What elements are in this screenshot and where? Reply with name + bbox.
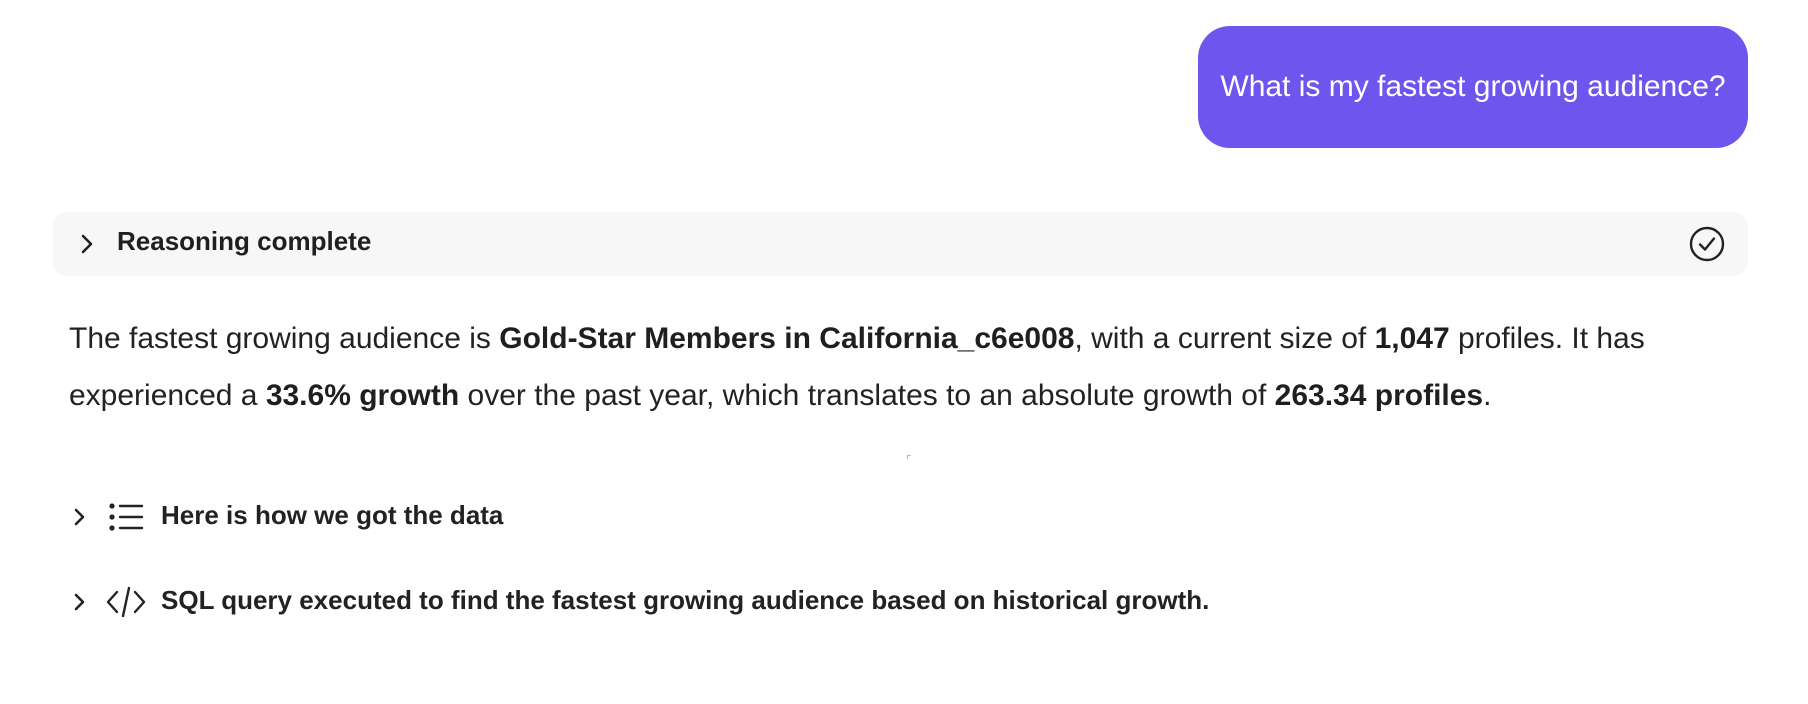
answer-text: The fastest growing audience is Gold-Sta… bbox=[69, 310, 1759, 424]
code-icon bbox=[106, 586, 146, 618]
user-message-text: What is my fastest growing audience? bbox=[1220, 70, 1726, 103]
section-label: Here is how we got the data bbox=[161, 500, 504, 530]
answer-part: , with a current size of bbox=[1074, 322, 1375, 355]
data-explanation-toggle[interactable]: Here is how we got the data bbox=[68, 497, 628, 537]
user-message-bubble: What is my fastest growing audience? bbox=[1198, 26, 1748, 148]
section-label: SQL query executed to find the fastest g… bbox=[161, 585, 1210, 615]
current-size: 1,047 bbox=[1374, 322, 1450, 355]
absolute-growth: 263.34 profiles bbox=[1274, 379, 1484, 412]
chevron-right-icon bbox=[74, 508, 85, 526]
audience-name: Gold-Star Members in California_c6e008 bbox=[499, 322, 1075, 355]
answer-part: . bbox=[1483, 379, 1492, 412]
reasoning-label: Reasoning complete bbox=[117, 226, 372, 256]
list-icon bbox=[109, 503, 144, 531]
divider-mark bbox=[907, 455, 911, 459]
check-circle-icon bbox=[1689, 226, 1725, 262]
growth-percent: 33.6% growth bbox=[265, 379, 460, 412]
chevron-right-icon bbox=[74, 593, 85, 611]
sql-query-toggle[interactable]: SQL query executed to find the fastest g… bbox=[68, 582, 1209, 622]
answer-part: The fastest growing audience is bbox=[69, 322, 500, 355]
chevron-right-icon bbox=[81, 234, 93, 254]
reasoning-toggle[interactable]: Reasoning complete bbox=[53, 212, 1748, 276]
answer-part: over the past year, which translates to … bbox=[459, 379, 1275, 412]
